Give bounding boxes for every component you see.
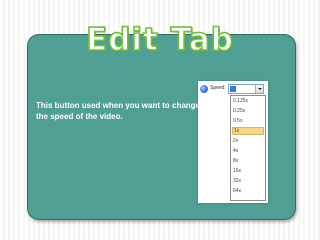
description-text: This button used when you want to change…: [36, 101, 200, 121]
speed-option[interactable]: 16x: [232, 167, 264, 175]
speed-option[interactable]: 0.5x: [232, 117, 264, 125]
slide-title: Edit Tab: [85, 21, 234, 59]
speed-option[interactable]: 8x: [232, 157, 264, 165]
speed-option[interactable]: 32x: [232, 177, 264, 185]
speed-select[interactable]: [228, 84, 264, 94]
speed-gear-icon: [200, 85, 208, 93]
chevron-down-icon[interactable]: [255, 85, 263, 93]
speed-label: Speed:: [210, 85, 226, 91]
speed-option[interactable]: 4x: [232, 147, 264, 155]
speed-select-value-swatch: [230, 86, 236, 92]
speed-row: Speed:: [200, 84, 266, 95]
speed-option[interactable]: 0.25x: [232, 107, 264, 115]
speed-option-selected[interactable]: 1x: [232, 127, 264, 135]
speed-option[interactable]: 2x: [232, 137, 264, 145]
speed-option[interactable]: 0.125x: [232, 97, 264, 105]
speed-option[interactable]: 64x: [232, 187, 264, 195]
speed-dropdown-list: 0.125x 0.25x 0.5x 1x 2x 4x 8x 16x 32x 64…: [230, 95, 266, 201]
